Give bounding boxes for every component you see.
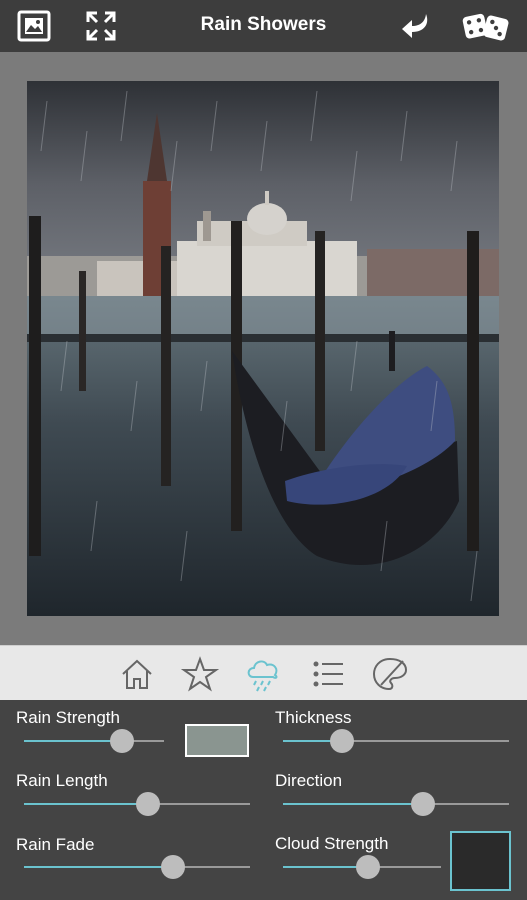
dice-random-icon[interactable] xyxy=(462,10,510,42)
rain-length-label: Rain Length xyxy=(16,771,108,790)
slider-thumb[interactable] xyxy=(136,792,161,816)
rain-length-slider[interactable] xyxy=(24,792,250,816)
list-icon[interactable] xyxy=(309,655,347,693)
tool-tab-bar xyxy=(0,645,527,701)
paint-palette-icon[interactable] xyxy=(371,655,409,693)
rain-cloud-icon[interactable] xyxy=(244,655,282,693)
rain-strength-slider[interactable] xyxy=(24,729,164,753)
rain-fade-label: Rain Fade xyxy=(16,835,95,854)
undo-arrow-icon[interactable] xyxy=(400,10,434,42)
slider-fill xyxy=(283,803,424,805)
direction-slider[interactable] xyxy=(283,792,509,816)
cloud-strength-slider[interactable] xyxy=(283,855,441,879)
cloud-color-swatch[interactable] xyxy=(450,831,511,891)
slider-thumb[interactable] xyxy=(161,855,186,879)
edited-photo[interactable] xyxy=(27,81,499,616)
slider-fill xyxy=(24,803,149,805)
home-icon[interactable] xyxy=(118,655,156,693)
page-title: Rain Showers xyxy=(200,14,327,35)
direction-label: Direction xyxy=(275,771,343,790)
rain-color-swatch[interactable] xyxy=(185,724,249,757)
slider-thumb[interactable] xyxy=(411,792,436,816)
top-toolbar: Rain Showers xyxy=(0,0,527,52)
slider-thumb[interactable] xyxy=(110,729,134,753)
rain-fade-slider[interactable] xyxy=(24,855,250,879)
image-canvas[interactable] xyxy=(0,52,527,645)
slider-thumb[interactable] xyxy=(329,729,354,753)
thickness-slider[interactable] xyxy=(283,729,509,753)
rain-settings-panel: Rain Strength Thickness Rain Length Dire… xyxy=(0,700,527,900)
cloud-strength-label: Cloud Strength xyxy=(275,834,389,853)
slider-fill xyxy=(24,866,174,868)
thickness-label: Thickness xyxy=(275,708,352,727)
rain-strength-label: Rain Strength xyxy=(16,708,120,727)
star-icon[interactable] xyxy=(180,655,220,693)
slider-thumb[interactable] xyxy=(356,855,381,879)
slider-fill xyxy=(24,740,122,742)
